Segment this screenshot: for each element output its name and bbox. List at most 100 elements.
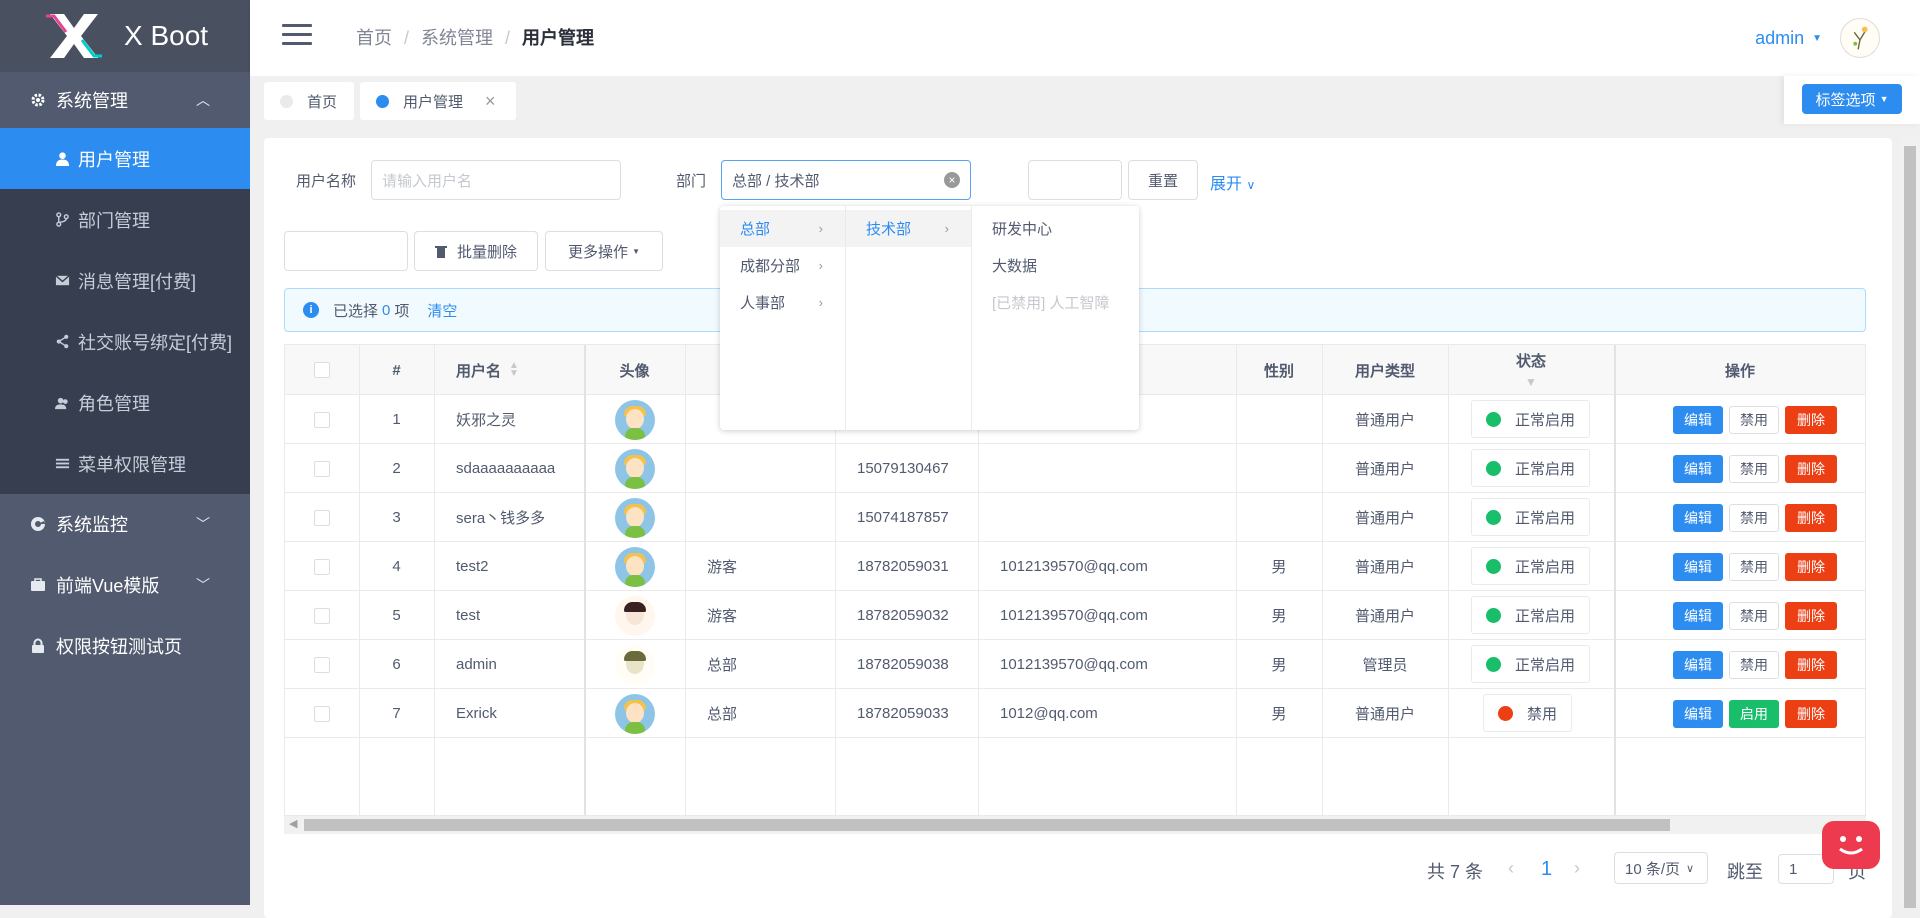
edit-button[interactable]: 编辑 <box>1673 406 1723 434</box>
edit-button[interactable]: 编辑 <box>1673 455 1723 483</box>
page-size-value: 10 条/页 <box>1625 860 1681 878</box>
username-input[interactable]: 请输入用户名 <box>371 160 621 200</box>
row-checkbox[interactable] <box>314 460 330 477</box>
clear-selection-link[interactable]: 清空 <box>427 300 457 321</box>
cascader-option[interactable]: 技术部 › <box>846 210 971 247</box>
breadcrumb-item[interactable]: 系统管理 <box>421 28 493 48</box>
delete-button[interactable]: 删除 <box>1785 700 1837 728</box>
search-button[interactable]: 搜索 <box>1028 160 1122 200</box>
sidebar-item-user-management[interactable]: 用户管理 <box>0 128 250 189</box>
username[interactable]: admin <box>1755 28 1804 49</box>
jump-value: 1 <box>1789 860 1798 878</box>
add-user-button[interactable]: + 添加用户 <box>284 231 408 271</box>
hamburger-menu-icon[interactable] <box>282 24 312 46</box>
row-checkbox[interactable] <box>314 411 330 428</box>
header-username[interactable]: 用户名 ▲ ▼ <box>434 345 584 395</box>
row-checkbox[interactable] <box>314 558 330 575</box>
disable-button[interactable]: 禁用 <box>1729 602 1779 630</box>
menu-group-vue-template[interactable]: 前端Vue模版 ﹀ <box>0 554 250 616</box>
delete-button[interactable]: 删除 <box>1785 455 1837 483</box>
chat-widget-button[interactable] <box>1822 821 1880 869</box>
sidebar-item-label: 角色管理 <box>78 393 150 414</box>
cascader-option[interactable]: 人事部 › <box>720 284 845 321</box>
sidebar-item-message-management[interactable]: 消息管理[付费] <box>0 250 250 311</box>
delete-button[interactable]: 删除 <box>1785 651 1837 679</box>
cell-index: 6 <box>392 656 401 673</box>
user-icon <box>55 152 70 166</box>
edit-button[interactable]: 编辑 <box>1673 700 1723 728</box>
avatar[interactable] <box>1840 18 1880 58</box>
cell-mobile: 18782059038 <box>857 656 949 673</box>
tag-user-management[interactable]: 用户管理 × <box>360 82 516 120</box>
edit-button[interactable]: 编辑 <box>1673 651 1723 679</box>
scroll-thumb[interactable] <box>304 819 1670 831</box>
disable-button[interactable]: 禁用 <box>1729 504 1779 532</box>
sidebar-item-role-management[interactable]: 角色管理 <box>0 372 250 433</box>
tag-label: 用户管理 <box>403 93 464 111</box>
cascader-option[interactable]: 研发中心 <box>972 210 1139 247</box>
menu-group-system[interactable]: 系统管理 ︿ <box>0 72 250 128</box>
close-icon[interactable]: × <box>485 91 496 112</box>
tag-options-button[interactable]: 标签选项 ▼ <box>1802 84 1902 114</box>
reset-button[interactable]: 重置 <box>1128 160 1198 200</box>
cell-avatar <box>584 640 685 689</box>
dept-cascader-input[interactable]: 总部 / 技术部 × <box>721 160 971 200</box>
cascader-option-label: 人事部 <box>740 295 786 312</box>
row-checkbox[interactable] <box>314 509 330 526</box>
page-size-select[interactable]: 10 条/页 ∨ <box>1614 852 1708 884</box>
row-checkbox[interactable] <box>314 656 330 673</box>
select-all-checkbox[interactable] <box>314 362 330 378</box>
disable-button[interactable]: 禁用 <box>1729 455 1779 483</box>
prev-page-icon[interactable]: ‹ <box>1508 858 1514 879</box>
cascader-option-disabled: [已禁用] 人工智障 <box>972 284 1139 321</box>
cascader-option[interactable]: 成都分部 › <box>720 247 845 284</box>
menu-group-label: 系统管理 <box>56 91 128 111</box>
cell-avatar <box>584 542 685 591</box>
disable-button[interactable]: 禁用 <box>1729 651 1779 679</box>
disable-button[interactable]: 禁用 <box>1729 406 1779 434</box>
logo[interactable]: X Boot <box>0 0 250 72</box>
scroll-left-icon[interactable]: ◀ <box>289 817 297 830</box>
sidebar-item-social-binding[interactable]: 社交账号绑定[付费] <box>0 311 250 372</box>
select-all-cell <box>285 345 359 395</box>
chevron-down-icon: ﹀ <box>196 516 210 532</box>
enable-button[interactable]: 启用 <box>1729 700 1779 728</box>
tag-home[interactable]: 首页 <box>264 82 354 120</box>
row-checkbox[interactable] <box>314 705 330 722</box>
clear-icon[interactable]: × <box>944 172 960 188</box>
batch-delete-button[interactable]: 批量删除 <box>414 231 538 271</box>
cascader-option[interactable]: 总部 › <box>720 210 845 247</box>
filter-icon[interactable]: ▼ <box>1448 373 1614 391</box>
scroll-thumb[interactable] <box>1904 146 1916 908</box>
search-icon <box>1049 173 1063 187</box>
sort-icon[interactable]: ▲ ▼ <box>509 361 519 379</box>
tag-options-label: 标签选项 <box>1815 91 1876 109</box>
cell-username: Exrick <box>456 705 497 722</box>
cell-dept: 游客 <box>707 608 738 625</box>
delete-button[interactable]: 删除 <box>1785 602 1837 630</box>
more-actions-button[interactable]: 更多操作 ▼ <box>545 231 663 271</box>
delete-button[interactable]: 删除 <box>1785 553 1837 581</box>
edit-button[interactable]: 编辑 <box>1673 504 1723 532</box>
expand-link[interactable]: 展开 ∨ <box>1210 170 1255 194</box>
edit-button[interactable]: 编辑 <box>1673 553 1723 581</box>
menu-group-monitor[interactable]: 系统监控 ﹀ <box>0 494 250 554</box>
status-dot <box>1486 509 1501 525</box>
cascader-option[interactable]: 大数据 <box>972 247 1139 284</box>
sidebar-item-menu-permission[interactable]: 菜单权限管理 <box>0 433 250 494</box>
header: 首页 / 系统管理 / 用户管理 admin ▼ <box>250 0 1920 76</box>
row-checkbox[interactable] <box>314 607 330 624</box>
tag-options-wrap: 标签选项 ▼ <box>1784 76 1920 124</box>
breadcrumb-item[interactable]: 首页 <box>356 28 392 48</box>
edit-button[interactable]: 编辑 <box>1673 602 1723 630</box>
disable-button[interactable]: 禁用 <box>1729 553 1779 581</box>
page-current[interactable]: 1 <box>1541 858 1552 881</box>
next-page-icon[interactable]: › <box>1574 858 1580 879</box>
delete-button[interactable]: 删除 <box>1785 504 1837 532</box>
horizontal-scrollbar[interactable]: ◀ <box>284 816 1866 834</box>
user-menu[interactable]: admin ▼ <box>1755 18 1880 58</box>
sidebar-item-dept-management[interactable]: 部门管理 <box>0 189 250 250</box>
vertical-scrollbar[interactable] <box>1900 138 1920 908</box>
menu-group-permission-test[interactable]: 权限按钮测试页 <box>0 616 250 676</box>
delete-button[interactable]: 删除 <box>1785 406 1837 434</box>
